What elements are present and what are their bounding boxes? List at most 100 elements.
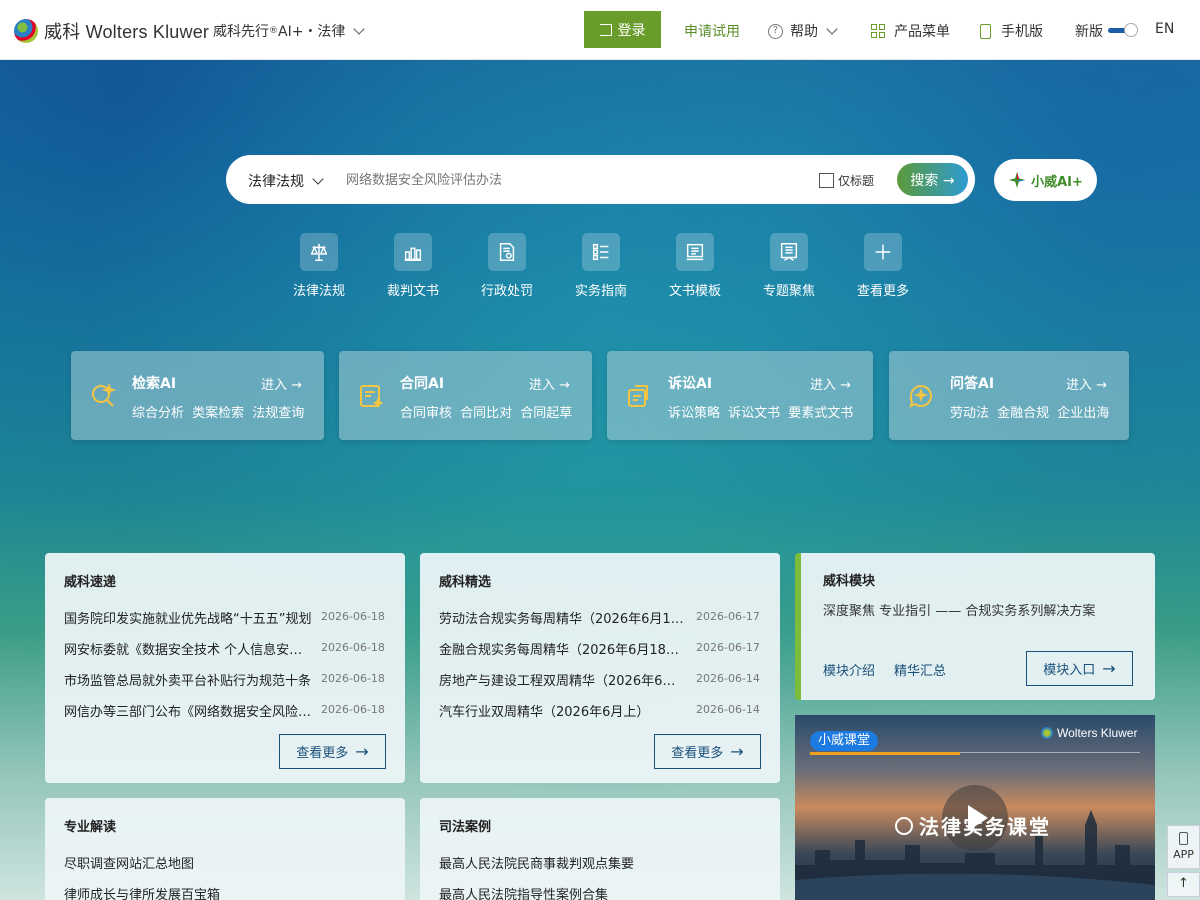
list-item[interactable]: 尽职调查网站汇总地图: [64, 853, 220, 884]
search-scope-label: 法律法规: [248, 174, 304, 190]
video-caption: 法律实务课堂: [895, 811, 1051, 840]
category-more[interactable]: 查看更多: [836, 233, 930, 299]
question-circle-icon: ?: [768, 23, 783, 39]
contract-ai-icon: [360, 385, 384, 409]
list-item[interactable]: 国务院印发实施就业优先战略“十五五”规划 2026-06-18: [64, 608, 385, 639]
category-shortcuts: 法律法规 裁判文书 行政处罚 实务指南 文书模板 专题聚焦 查看更多: [272, 233, 930, 299]
classroom-badge: 小威课堂: [810, 731, 878, 751]
category-judgments[interactable]: 裁判文书: [366, 233, 460, 299]
search-input[interactable]: [346, 167, 796, 193]
list-item[interactable]: 金融合规实务每周精华（2026年6月18日） 2026-06-17: [439, 639, 760, 670]
panel-title: 威科模块: [823, 574, 876, 589]
item-date: 2026-06-17: [696, 610, 760, 623]
item-title: 网安标委就《数据安全技术 个人信息安全规范》: [64, 643, 313, 658]
express-news-panel: 威科速递 国务院印发实施就业优先战略“十五五”规划 2026-06-18 网安标委…: [45, 553, 405, 783]
login-button[interactable]: 登录: [584, 11, 661, 48]
back-to-top-button[interactable]: ↑: [1167, 872, 1200, 897]
registered-mark: ®: [269, 26, 278, 36]
list-item[interactable]: 劳动法合规实务每周精华（2026年6月18日） 2026-06-17: [439, 608, 760, 639]
item-date: 2026-06-14: [696, 703, 760, 716]
ai-card-features: 劳动法 金融合规 企业出海: [950, 406, 1110, 421]
list-item[interactable]: 市场监管总局就外卖平台补贴行为规范十条 2026-06-18: [64, 670, 385, 701]
search-scope-dropdown[interactable]: 法律法规: [248, 171, 324, 191]
list-item[interactable]: 汽车行业双周精华（2026年6月上） 2026-06-14: [439, 701, 760, 732]
category-label: 行政处罚: [480, 284, 533, 299]
item-date: 2026-06-18: [321, 672, 385, 685]
module-highlights-link[interactable]: 精华汇总: [894, 660, 946, 679]
ai-card-qa[interactable]: 问答AI 进入 → 劳动法 金融合规 企业出海: [889, 351, 1129, 440]
phone-icon: [980, 23, 991, 39]
product-menu-label: 产品菜单: [894, 24, 950, 40]
item-title: 最高人民法院指导性案例合集: [439, 888, 609, 900]
list-item[interactable]: 网信办等三部门公布《网络数据安全风险评估办法》 2026-06-18: [64, 701, 385, 732]
brand-text: Wolters Kluwer: [1057, 726, 1138, 740]
list-icon: [582, 233, 620, 271]
product-menu[interactable]: 产品菜单: [871, 21, 950, 41]
category-laws[interactable]: 法律法规: [272, 233, 366, 299]
view-more-label: 查看更多: [671, 746, 724, 761]
module-intro-link[interactable]: 模块介绍: [823, 660, 875, 679]
module-entry-button[interactable]: 模块入口 →: [1026, 651, 1133, 686]
ai-card-litigation[interactable]: 诉讼AI 进入 → 诉讼策略 诉讼文书 要素式文书: [607, 351, 873, 440]
item-title: 网信办等三部门公布《网络数据安全风险评估办法》: [64, 705, 313, 720]
ai-card-contract[interactable]: 合同AI 进入 → 合同审核 合同比对 合同起草: [339, 351, 592, 440]
selected-panel: 威科精选 劳动法合规实务每周精华（2026年6月18日） 2026-06-17 金…: [420, 553, 780, 783]
ai-card-search[interactable]: 检索AI 进入 → 综合分析 类案检索 法规查询: [71, 351, 324, 440]
category-label: 文书模板: [668, 284, 721, 299]
list-item[interactable]: 房地产与建设工程双周精华（2026年6月上） 2026-06-14: [439, 670, 760, 701]
grid-icon: [871, 24, 885, 38]
list-item[interactable]: 最高人民法院民商事裁判观点集要: [439, 853, 634, 884]
search-ai-icon: [92, 382, 117, 407]
category-templates[interactable]: 文书模板: [648, 233, 742, 299]
search-button[interactable]: 搜索 →: [897, 163, 968, 196]
view-more-button[interactable]: 查看更多 →: [654, 734, 761, 769]
play-circle-icon: [895, 816, 913, 835]
mobile-label: 手机版: [1001, 24, 1043, 40]
logo-globe-icon: [1041, 727, 1053, 739]
title-only-label: 仅标题: [838, 174, 875, 188]
new-version-toggle[interactable]: [1108, 23, 1138, 37]
language-switch[interactable]: EN: [1155, 21, 1174, 37]
help-label: 帮助: [790, 24, 818, 40]
apply-trial-label: 申请试用: [684, 24, 740, 40]
title-only-checkbox[interactable]: 仅标题: [819, 172, 874, 189]
app-download-button[interactable]: APP: [1167, 825, 1200, 869]
item-title: 劳动法合规实务每周精华（2026年6月18日）: [439, 612, 688, 627]
search-button-label: 搜索 →: [910, 172, 955, 189]
category-admin-penalty[interactable]: 行政处罚: [460, 233, 554, 299]
module-description: 深度聚焦 专业指引 —— 合规实务系列解决方案: [823, 604, 1096, 619]
item-title: 国务院印发实施就业优先战略“十五五”规划: [64, 612, 312, 627]
enter-link[interactable]: 进入 →: [529, 374, 570, 393]
video-classroom[interactable]: 小威课堂 Wolters Kluwer 法律实务课堂: [795, 715, 1155, 900]
badge-underline: [810, 752, 960, 755]
arrow-right-icon: →: [355, 742, 369, 761]
apply-trial-link[interactable]: 申请试用: [684, 21, 740, 41]
ai-card-features: 诉讼策略 诉讼文书 要素式文书: [668, 406, 854, 421]
arrow-right-icon: →: [1102, 659, 1116, 678]
mobile-version-link[interactable]: 手机版: [980, 21, 1043, 41]
xiaowei-ai-button[interactable]: 小威AI+: [994, 159, 1097, 201]
enter-link[interactable]: 进入 →: [261, 374, 302, 393]
top-navigation-bar: 威科 Wolters Kluwer 威科先行 ® AI+・法律 登录 申请试用 ? …: [0, 0, 1200, 60]
login-label: 登录: [617, 22, 646, 39]
list-item[interactable]: 最高人民法院指导性案例合集: [439, 884, 634, 900]
category-label: 查看更多: [856, 284, 909, 299]
wolters-kluwer-logo[interactable]: 威科 Wolters Kluwer: [14, 18, 209, 44]
enter-link[interactable]: 进入 →: [1066, 374, 1107, 393]
help-menu[interactable]: ? 帮助: [768, 21, 838, 41]
gavel-icon: [394, 233, 432, 271]
checkbox-icon: [819, 173, 834, 188]
document-search-icon: [488, 233, 526, 271]
search-bar: 法律法规 仅标题 搜索 →: [226, 155, 975, 204]
view-more-button[interactable]: 查看更多 →: [279, 734, 386, 769]
module-panel: 威科模块 深度聚焦 专业指引 —— 合规实务系列解决方案 模块介绍 精华汇总 模…: [795, 553, 1155, 700]
item-title: 律师成长与律所发展百宝箱: [64, 888, 221, 900]
category-practice-guide[interactable]: 实务指南: [554, 233, 648, 299]
list-item[interactable]: 律师成长与律所发展百宝箱: [64, 884, 220, 900]
category-label: 实务指南: [574, 284, 627, 299]
cases-list: 最高人民法院民商事裁判观点集要 最高人民法院指导性案例合集: [439, 853, 634, 900]
list-item[interactable]: 网安标委就《数据安全技术 个人信息安全规范》 2026-06-18: [64, 639, 385, 670]
product-switcher[interactable]: 威科先行 ® AI+・法律: [213, 21, 366, 41]
enter-link[interactable]: 进入 →: [810, 374, 851, 393]
category-topics[interactable]: 专题聚焦: [742, 233, 836, 299]
